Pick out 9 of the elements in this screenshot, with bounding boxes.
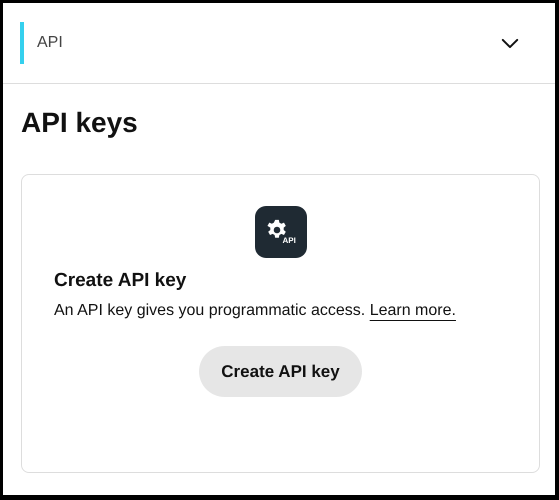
section-label: API — [37, 34, 63, 52]
create-api-key-button[interactable]: Create API key — [199, 346, 362, 397]
accent-bar — [20, 22, 24, 64]
chevron-icon[interactable] — [501, 38, 519, 48]
icon-label: API — [282, 236, 296, 245]
description-text: An API key gives you programmatic access. Learn more. — [54, 301, 457, 321]
page-title: API keys — [21, 106, 139, 140]
card-heading: Create API key — [54, 269, 188, 293]
learn-more-link[interactable]: Learn more. — [370, 302, 456, 319]
